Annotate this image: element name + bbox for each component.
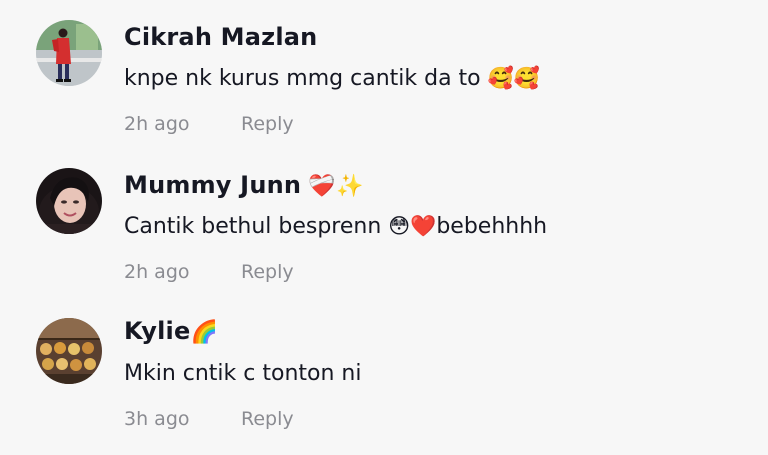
comment-meta: 2h ago Reply [124, 259, 294, 285]
rainbow-emoji-icon: 🌈 [190, 320, 219, 345]
food-tray-avatar-icon [36, 318, 102, 384]
comment-list: Cikrah Mazlan knpe nk kurus mmg cantik d… [0, 0, 768, 455]
comment-text: knpe nk kurus mmg cantik da to 🥰🥰 [124, 66, 540, 91]
flushed-face-red-heart-emoji-icon: 😳❤️ [388, 214, 437, 238]
username[interactable]: Kylie🌈 [124, 314, 218, 350]
smiling-hearts-emoji-icon: 🥰🥰 [487, 66, 540, 90]
avatar[interactable] [36, 318, 102, 384]
reply-button[interactable]: Reply [241, 111, 294, 137]
avatar[interactable] [36, 20, 102, 86]
person-in-red-avatar-icon [36, 20, 102, 86]
timestamp: 2h ago [124, 261, 190, 283]
timestamp: 2h ago [124, 113, 190, 135]
comment-meta: 2h ago Reply [124, 111, 294, 137]
username[interactable]: Cikrah Mazlan [124, 20, 317, 56]
comment-meta: 3h ago Reply [124, 406, 294, 432]
timestamp: 3h ago [124, 408, 190, 430]
woman-face-avatar-icon [36, 168, 102, 234]
comment-text: Cantik bethul besprenn 😳❤️bebehhhh [124, 214, 548, 239]
reply-button[interactable]: Reply [241, 259, 294, 285]
reply-button[interactable]: Reply [241, 406, 294, 432]
comment-item: Mummy Junn ❤️‍🩹✨ Cantik bethul besprenn … [0, 148, 768, 296]
comment-text: Mkin cntik c tonton ni [124, 361, 362, 386]
mending-heart-sparkles-emoji-icon: ❤️‍🩹✨ [301, 174, 364, 199]
comment-item: Cikrah Mazlan knpe nk kurus mmg cantik d… [0, 0, 768, 148]
username[interactable]: Mummy Junn ❤️‍🩹✨ [124, 168, 364, 204]
comment-item: Kylie🌈 Mkin cntik c tonton ni 3h ago Repl… [0, 296, 768, 444]
avatar[interactable] [36, 168, 102, 234]
